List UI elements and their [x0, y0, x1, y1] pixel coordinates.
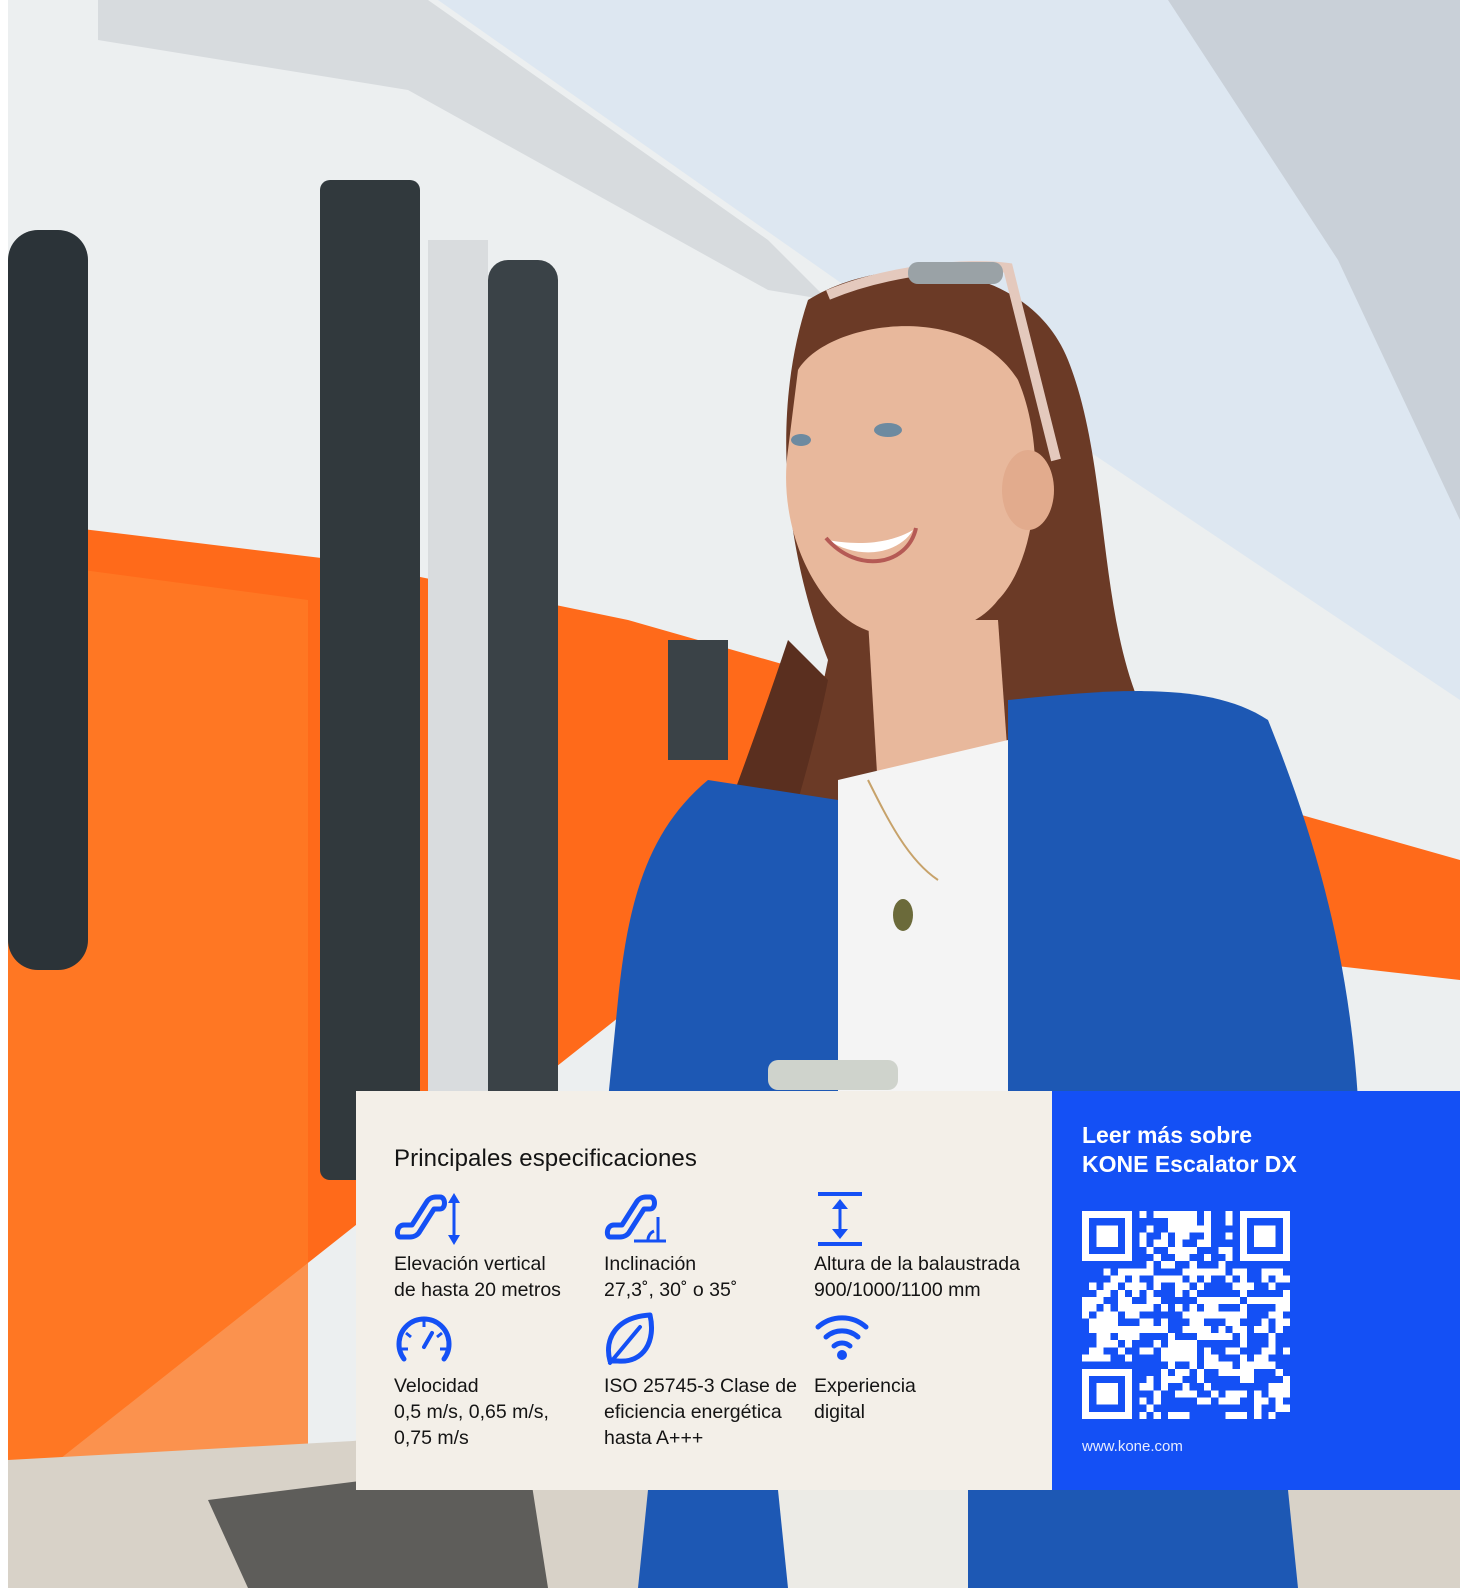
spec-value: 0,5 m/s, 0,65 m/s, [394, 1401, 549, 1423]
spec-speed: Velocidad 0,5 m/s, 0,65 m/s, 0,75 m/s [394, 1311, 609, 1451]
leaf-icon [604, 1311, 819, 1373]
specifications-title: Principales especificaciones [394, 1145, 697, 1172]
spec-value-line2: 0,75 m/s [394, 1427, 469, 1449]
spec-label: Velocidad [394, 1375, 479, 1397]
speedometer-icon [394, 1311, 609, 1373]
spec-value-line2: hasta A+++ [604, 1427, 704, 1449]
spec-balustrade-height: Altura de la balaustrada 900/1000/1100 m… [814, 1191, 1029, 1303]
spec-incline: Inclinación 27,3˚, 30˚ o 35˚ [604, 1191, 819, 1303]
spec-label: ISO 25745-3 Clase de [604, 1375, 797, 1397]
qr-code-icon[interactable] [1082, 1211, 1290, 1419]
spec-digital-experience: Experiencia digital [814, 1311, 1029, 1425]
spec-label: Altura de la balaustrada [814, 1253, 1020, 1275]
spec-vertical-rise: Elevación vertical de hasta 20 metros [394, 1191, 609, 1303]
escalator-incline-icon [604, 1191, 819, 1251]
balustrade-height-icon [814, 1191, 1029, 1251]
spec-energy-efficiency: ISO 25745-3 Clase de eficiencia energéti… [604, 1311, 819, 1451]
spec-label: Elevación vertical [394, 1253, 546, 1275]
read-more-title: Leer más sobre KONE Escalator DX [1082, 1121, 1422, 1179]
website-link[interactable]: www.kone.com [1082, 1438, 1183, 1455]
spec-value: digital [814, 1401, 865, 1423]
read-more-title-line2: KONE Escalator DX [1082, 1151, 1297, 1177]
wifi-icon [814, 1311, 1029, 1373]
read-more-title-line1: Leer más sobre [1082, 1122, 1253, 1148]
spec-value: eficiencia energética [604, 1401, 782, 1423]
spec-value: 27,3˚, 30˚ o 35˚ [604, 1279, 738, 1301]
spec-label: Inclinación [604, 1253, 697, 1275]
spec-value: de hasta 20 metros [394, 1279, 561, 1301]
read-more-panel: Leer más sobre KONE Escalator DX www.kon… [1052, 1091, 1460, 1490]
escalator-rise-icon [394, 1191, 609, 1251]
specifications-panel: Principales especificaciones Elevación v… [356, 1091, 1052, 1490]
spec-value: 900/1000/1100 mm [814, 1279, 981, 1301]
spec-label: Experiencia [814, 1375, 916, 1397]
